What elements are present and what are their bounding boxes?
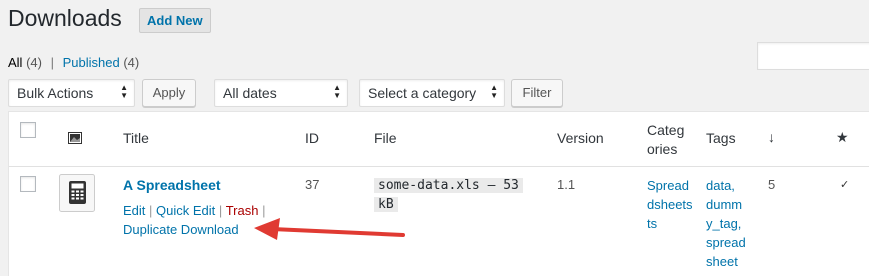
view-published-link[interactable]: Published	[63, 55, 120, 70]
row-actions: Edit | Quick Edit | Trash | Duplicate Do…	[123, 201, 265, 239]
row-tag-link[interactable]: spread	[706, 233, 746, 252]
table-header: Title ID File Version Categ ories Tags ↓…	[9, 112, 869, 167]
annotation-arrow-icon	[254, 218, 405, 240]
spreadsheet-file-icon	[59, 174, 95, 215]
column-tags: Tags	[706, 130, 736, 146]
column-categories-line2: ories	[647, 141, 678, 157]
row-title-text: A Spreadsheet	[123, 177, 221, 193]
select-arrows-icon: ▲ ▼	[490, 83, 498, 100]
column-version: Version	[557, 130, 604, 146]
row-categories-link[interactable]: Spread dsheets ts	[647, 176, 693, 233]
category-select[interactable]: Select a category ▲ ▼	[359, 79, 505, 107]
row-file: some-data.xls – 53 kB	[374, 176, 523, 214]
view-separator: |	[50, 55, 54, 70]
row-checkbox[interactable]	[20, 176, 36, 192]
row-file-line2: kB	[374, 197, 398, 212]
select-arrows-icon: ▲ ▼	[120, 83, 128, 100]
column-id[interactable]: ID	[305, 130, 319, 146]
row-id: 37	[305, 177, 320, 192]
status-views: All (4) | Published (4)	[8, 55, 139, 70]
dates-value: All dates	[223, 85, 277, 101]
row-action-separator: |	[149, 203, 153, 218]
select-all-checkbox[interactable]	[20, 122, 36, 138]
row-tag-link[interactable]: dumm	[706, 195, 746, 214]
row-category-line: Spread	[647, 178, 689, 193]
add-new-button[interactable]: Add New	[139, 8, 211, 33]
view-all-count: (4)	[26, 55, 42, 70]
image-icon	[68, 131, 82, 147]
featured-check-icon: ✓	[840, 179, 850, 191]
row-tag-link[interactable]: data,	[706, 176, 746, 195]
row-file-line1: some-data.xls – 53	[374, 178, 523, 193]
bulk-actions-select[interactable]: Bulk Actions ▲ ▼	[8, 79, 135, 107]
row-downloads-count: 5	[768, 177, 776, 192]
row-action-quick-edit[interactable]: Quick Edit	[156, 203, 215, 218]
downloads-table: Title ID File Version Categ ories Tags ↓…	[8, 111, 869, 276]
column-title[interactable]: Title	[123, 130, 149, 146]
dates-select[interactable]: All dates ▲ ▼	[214, 79, 348, 107]
view-published-count: (4)	[123, 55, 140, 70]
page-title: Downloads	[8, 5, 122, 31]
row-action-separator: |	[218, 203, 223, 218]
downloads-sort-icon[interactable]: ↓	[768, 129, 775, 145]
row-version: 1.1	[557, 177, 576, 192]
category-value: Select a category	[368, 85, 477, 101]
row-category-line: ts	[647, 216, 658, 231]
bulk-actions-value: Bulk Actions	[17, 85, 94, 101]
search-input[interactable]	[757, 42, 869, 70]
row-action-trash[interactable]: Trash	[226, 203, 259, 218]
featured-star-icon[interactable]: ★	[836, 129, 849, 146]
row-category-line: dsheets	[647, 197, 693, 212]
filter-button[interactable]: Filter	[511, 79, 563, 107]
column-categories-line1: Categ	[647, 122, 685, 138]
select-arrows-icon: ▲ ▼	[333, 83, 341, 100]
row-action-edit[interactable]: Edit	[123, 203, 145, 218]
row-tag-link[interactable]: y_tag,	[706, 214, 746, 233]
row-action-separator: |	[262, 203, 266, 218]
apply-button[interactable]: Apply	[142, 79, 196, 107]
row-action-duplicate[interactable]: Duplicate Download	[123, 222, 239, 237]
row-title-link[interactable]: A Spreadsheet	[123, 177, 221, 193]
column-file: File	[374, 130, 397, 146]
row-tags: data, dumm y_tag, spread sheet	[706, 176, 746, 271]
row-tag-link[interactable]: sheet	[706, 252, 746, 271]
column-categories: Categ ories	[647, 121, 684, 159]
view-all-link[interactable]: All	[8, 55, 22, 70]
